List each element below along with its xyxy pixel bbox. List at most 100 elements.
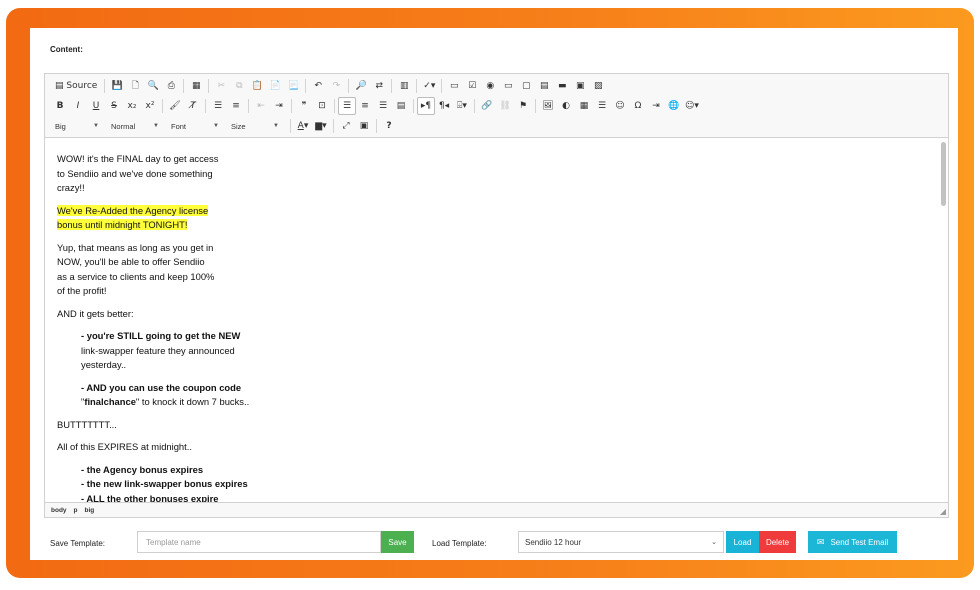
checkbox-icon[interactable]: ☑ — [463, 77, 481, 95]
templates-icon[interactable]: ▦ — [187, 77, 205, 95]
preview-icon[interactable]: 🔍 — [144, 77, 162, 95]
spellcheck-icon[interactable]: ✓▾ — [420, 77, 438, 95]
path-item-p[interactable]: p — [74, 507, 78, 514]
italic-icon[interactable]: I — [69, 97, 87, 115]
format-combo-value: Big — [55, 121, 66, 131]
format-combo[interactable]: Big ▼ — [51, 117, 103, 135]
text-color-icon[interactable]: A ▾ — [294, 117, 312, 135]
paste-word-icon[interactable]: 📃 — [284, 77, 302, 95]
link-icon[interactable]: 🔗 — [478, 97, 496, 115]
smiley-icon[interactable]: ☺ — [611, 97, 629, 115]
iframe-icon[interactable]: 🌐 — [665, 97, 683, 115]
load-template-select[interactable]: Sendiio 12 hour ⌄ — [518, 531, 724, 553]
text-line: yesterday.. — [81, 359, 127, 370]
strikethrough-icon[interactable]: S — [105, 97, 123, 115]
cut-icon[interactable]: ✂ — [212, 77, 230, 95]
show-blocks-icon[interactable]: ▣ — [355, 117, 373, 135]
text-line: as a service to clients and keep 100% — [57, 270, 215, 282]
radio-icon[interactable]: ◉ — [481, 77, 499, 95]
print-icon[interactable]: ⎙ — [162, 77, 180, 95]
undo-icon[interactable]: ↶ — [309, 77, 327, 95]
bulleted-list-icon[interactable]: ≡ — [227, 97, 245, 115]
paste-icon[interactable]: 📋 — [248, 77, 266, 95]
replace-icon[interactable]: ⇄ — [370, 77, 388, 95]
underline-icon[interactable]: U — [87, 97, 105, 115]
font-combo[interactable]: Font ▼ — [167, 117, 223, 135]
remove-format-icon[interactable]: T̸ — [184, 97, 202, 115]
subscript-icon[interactable]: x₂ — [123, 97, 141, 115]
numbered-list-icon[interactable]: ☰ — [209, 97, 227, 115]
hidden-field-icon[interactable]: ▨ — [589, 77, 607, 95]
unlink-icon[interactable]: ⛓ — [496, 97, 514, 115]
indent-icon[interactable]: ⇥ — [270, 97, 288, 115]
send-test-email-button[interactable]: ✉ Send Test Email — [808, 531, 897, 553]
flash-icon[interactable]: ◐ — [557, 97, 575, 115]
resize-handle-icon[interactable]: ◢ — [940, 507, 946, 516]
copy-format-icon[interactable]: 🖌 — [166, 97, 184, 115]
copy-icon[interactable]: ⧉ — [230, 77, 248, 95]
save-icon[interactable]: 💾 — [108, 77, 126, 95]
source-icon: ▤ — [55, 81, 64, 91]
toolbar-separator — [391, 79, 393, 93]
font-combo-value: Font — [171, 121, 187, 131]
toolbar-separator — [333, 119, 334, 133]
text-line: crazy!! — [57, 182, 85, 193]
image-button-icon[interactable]: ▣ — [571, 77, 589, 95]
background-color-icon[interactable]: ▆▾ — [312, 117, 330, 135]
align-center-icon[interactable]: ≡ — [356, 97, 374, 115]
page-break-icon[interactable]: ⇥ — [647, 97, 665, 115]
new-page-icon[interactable]: 🗋 — [126, 77, 144, 95]
load-button[interactable]: Load — [726, 531, 759, 553]
source-label: Source — [66, 81, 98, 91]
highlighted-paragraph: We've Re-Added the Agency license bonus … — [57, 204, 317, 233]
form-icon[interactable]: ▭ — [445, 77, 463, 95]
chevron-down-icon: ▼ — [153, 123, 159, 129]
textfield-icon[interactable]: ▭ — [499, 77, 517, 95]
text-direction-rtl-icon[interactable]: ¶◂ — [435, 97, 453, 115]
text-line: WOW! it's the FINAL day to get access — [57, 153, 219, 164]
horizontal-line-icon[interactable]: ☰ — [593, 97, 611, 115]
div-container-icon[interactable]: ⊡ — [313, 97, 331, 115]
align-right-icon[interactable]: ☰ — [374, 97, 392, 115]
size-combo-value: Size — [231, 121, 246, 131]
toolbar-separator — [334, 99, 335, 113]
maximize-icon[interactable]: ⤢ — [337, 117, 355, 135]
emoji-icon[interactable]: ☺▾ — [683, 97, 701, 115]
text-direction-ltr-icon[interactable]: ▸¶ — [417, 97, 435, 115]
find-icon[interactable]: 🔎 — [352, 77, 370, 95]
toolbar-separator — [205, 99, 206, 113]
align-left-icon[interactable]: ☰ — [338, 97, 356, 115]
help-icon[interactable]: ? — [380, 117, 398, 135]
language-icon[interactable]: ⌹▾ — [453, 97, 471, 115]
template-name-input[interactable] — [137, 531, 381, 553]
select-all-icon[interactable]: ▥ — [395, 77, 413, 95]
redo-icon[interactable]: ↷ — [327, 77, 345, 95]
bold-icon[interactable]: B — [51, 97, 69, 115]
textarea-icon[interactable]: ▢ — [517, 77, 535, 95]
toolbar-row-3: Big ▼ Normal ▼ Font ▼ Size ▼ A ▾ ▆▾ ⤢ ▣ ? — [51, 117, 398, 135]
blockquote-icon[interactable]: ❞ — [295, 97, 313, 115]
path-item-body[interactable]: body — [51, 507, 67, 514]
chevron-down-icon: ⌄ — [711, 539, 717, 546]
outdent-icon[interactable]: ⇤ — [252, 97, 270, 115]
path-item-big[interactable]: big — [85, 507, 95, 514]
anchor-icon[interactable]: ⚑ — [514, 97, 532, 115]
editor-content-area[interactable]: WOW! it's the FINAL day to get access to… — [45, 138, 948, 502]
superscript-icon[interactable]: x² — [141, 97, 159, 115]
table-icon[interactable]: ▦ — [575, 97, 593, 115]
justify-icon[interactable]: ▤ — [392, 97, 410, 115]
special-char-icon[interactable]: Ω — [629, 97, 647, 115]
image-icon[interactable]: 🖼 — [539, 97, 557, 115]
styles-combo[interactable]: Normal ▼ — [107, 117, 163, 135]
paste-text-icon[interactable]: 📄 — [266, 77, 284, 95]
delete-button[interactable]: Delete — [759, 531, 796, 553]
editor-scrollbar[interactable] — [940, 140, 947, 500]
select-field-icon[interactable]: ▤ — [535, 77, 553, 95]
toolbar-separator — [183, 79, 185, 93]
source-button[interactable]: ▤ Source — [51, 77, 101, 95]
button-field-icon[interactable]: ▬ — [553, 77, 571, 95]
text-line: link-swapper feature they announced — [81, 344, 235, 356]
size-combo[interactable]: Size ▼ — [227, 117, 283, 135]
save-button[interactable]: Save — [381, 531, 414, 553]
scrollbar-thumb[interactable] — [941, 142, 946, 206]
